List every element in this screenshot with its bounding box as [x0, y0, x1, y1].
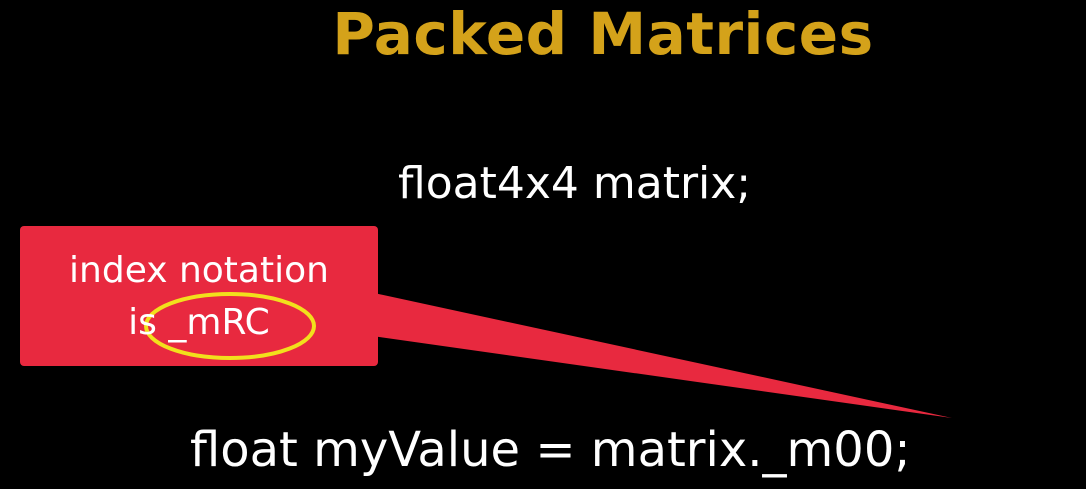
callout-shape	[20, 226, 952, 418]
callout-text-line-2: is _mRC	[128, 302, 270, 343]
callout-text-line-1: index notation	[69, 250, 329, 291]
code-line-access: float myValue = matrix._m00;	[190, 422, 911, 478]
slide: Packed Matrices float4x4 matrix; index n…	[0, 0, 1086, 489]
callout-pointer	[360, 290, 952, 418]
